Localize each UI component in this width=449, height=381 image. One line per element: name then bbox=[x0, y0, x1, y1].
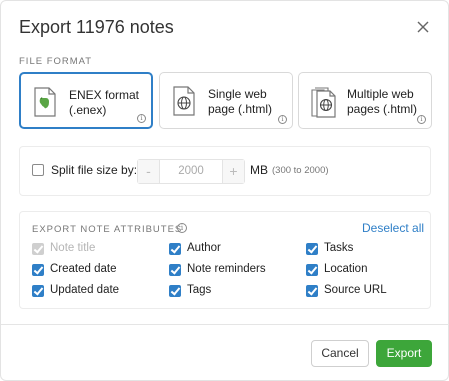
format-label-line1: Single web bbox=[208, 87, 267, 101]
deselect-all-link[interactable]: Deselect all bbox=[362, 221, 424, 235]
globe-file-icon bbox=[172, 86, 196, 121]
info-icon[interactable]: i bbox=[177, 223, 187, 233]
file-size-stepper: - 2000 + bbox=[137, 159, 245, 184]
footer-divider bbox=[1, 324, 449, 325]
format-label-line2: pages (.html) bbox=[347, 102, 418, 116]
file-size-input[interactable]: 2000 bbox=[160, 160, 222, 183]
attribute-checkbox[interactable] bbox=[306, 285, 318, 297]
close-icon[interactable] bbox=[414, 18, 432, 36]
cancel-button[interactable]: Cancel bbox=[311, 340, 369, 367]
export-dialog: Export 11976 notes FILE FORMAT ENEX form… bbox=[0, 0, 449, 381]
attribute-label: Tags bbox=[187, 284, 212, 296]
split-file-size-panel: Split file size by: - 2000 + MB (300 to … bbox=[19, 146, 431, 196]
format-label: Single web page (.html) bbox=[208, 87, 272, 117]
info-icon[interactable]: i bbox=[137, 114, 146, 123]
attribute-checkbox[interactable] bbox=[32, 264, 44, 276]
size-unit: MB bbox=[250, 163, 268, 177]
split-file-checkbox[interactable] bbox=[32, 164, 44, 176]
attribute-label: Tasks bbox=[324, 242, 354, 254]
attribute-label: Author bbox=[187, 242, 221, 254]
format-option-single-html[interactable]: Single web page (.html) i bbox=[159, 72, 293, 129]
format-label-line2: page (.html) bbox=[208, 102, 273, 116]
globe-files-icon bbox=[311, 86, 337, 123]
format-option-multiple-html[interactable]: Multiple web pages (.html) i bbox=[298, 72, 432, 129]
dialog-title: Export 11976 notes bbox=[19, 17, 174, 37]
attribute-checkbox[interactable] bbox=[169, 285, 181, 297]
split-file-label: Split file size by: bbox=[51, 163, 138, 177]
attribute-checkbox[interactable] bbox=[169, 243, 181, 255]
attribute-label: Location bbox=[324, 263, 368, 275]
format-label-line2: (.enex) bbox=[69, 103, 107, 117]
attribute-checkbox bbox=[32, 243, 44, 255]
attribute-checkbox[interactable] bbox=[306, 264, 318, 276]
attribute-label: Source URL bbox=[324, 284, 387, 296]
format-option-enex[interactable]: ENEX format (.enex) i bbox=[19, 72, 153, 129]
export-button[interactable]: Export bbox=[376, 340, 432, 367]
format-label: Multiple web pages (.html) bbox=[347, 87, 417, 117]
format-label-line1: Multiple web bbox=[347, 87, 414, 101]
size-range-hint: (300 to 2000) bbox=[272, 165, 329, 176]
increment-button[interactable]: + bbox=[222, 160, 244, 183]
attribute-checkbox[interactable] bbox=[169, 264, 181, 276]
info-icon[interactable]: i bbox=[417, 115, 426, 124]
attributes-title: EXPORT NOTE ATTRIBUTES bbox=[32, 224, 183, 235]
attribute-checkbox[interactable] bbox=[306, 243, 318, 255]
attribute-label: Note reminders bbox=[187, 263, 266, 275]
format-label: ENEX format (.enex) bbox=[69, 88, 139, 118]
attribute-checkbox[interactable] bbox=[32, 285, 44, 297]
decrement-button[interactable]: - bbox=[138, 160, 160, 183]
attribute-label: Created date bbox=[50, 263, 117, 275]
attribute-label: Note title bbox=[50, 242, 96, 254]
file-format-label: FILE FORMAT bbox=[19, 56, 93, 67]
info-icon[interactable]: i bbox=[278, 115, 287, 124]
attribute-label: Updated date bbox=[50, 284, 120, 296]
export-attributes-panel: EXPORT NOTE ATTRIBUTES i Deselect all No… bbox=[19, 211, 431, 309]
format-label-line1: ENEX format bbox=[69, 88, 140, 102]
evernote-file-icon bbox=[33, 87, 57, 122]
